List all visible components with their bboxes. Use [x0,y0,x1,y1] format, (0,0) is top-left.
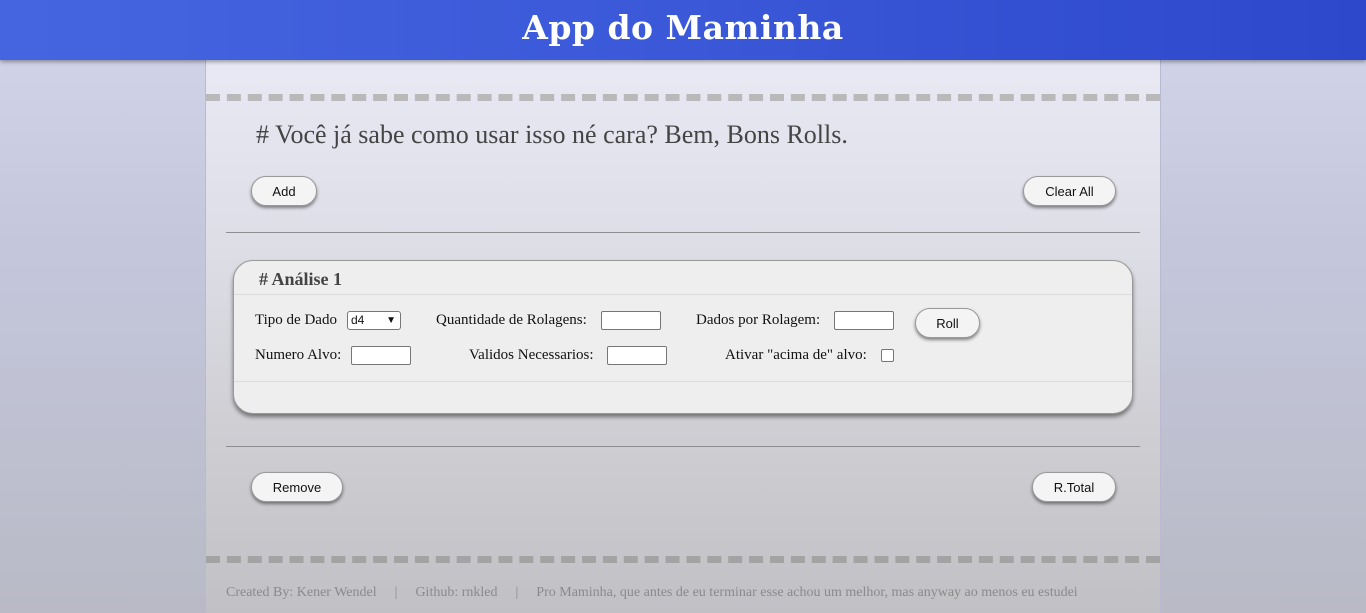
app-title: App do Maminha [522,8,844,47]
card-header-divider [234,294,1132,295]
dice-type-select[interactable]: d4 ▼ [347,311,401,330]
divider-top [226,232,1140,233]
roll-button[interactable]: Roll [915,308,980,338]
footer-created-by: Created By: Kener Wendel [226,585,377,600]
target-number-input[interactable] [351,346,411,365]
footer-separator: | [394,585,398,600]
add-button[interactable]: Add [251,176,317,206]
analysis-title: # Análise 1 [259,269,343,289]
above-target-checkbox[interactable] [881,349,894,362]
chevron-down-icon: ▼ [386,315,396,326]
required-valid-label: Validos Necessarios: [469,347,594,363]
app-header: App do Maminha [0,0,1366,60]
top-dashed-divider [206,94,1160,101]
dice-type-label: Tipo de Dado [255,312,337,328]
dice-per-roll-label: Dados por Rolagem: [696,312,821,328]
card-footer-divider [234,381,1132,382]
analysis-card: # Análise 1 Tipo de Dado d4 ▼ Quantidade… [233,260,1133,414]
footer-github: Github: rnkled [415,585,498,600]
bottom-dashed-divider [206,556,1160,563]
divider-bottom [226,446,1140,447]
target-number-label: Numero Alvo: [255,347,342,363]
intro-text: # Você já sabe como usar isso né cara? B… [256,120,848,149]
remove-button[interactable]: Remove [251,472,343,502]
footer-separator: | [515,585,519,600]
footer: Created By: Kener Wendel | Github: rnkled |… [226,585,1078,601]
roll-count-input[interactable] [601,311,661,330]
footer-note: Pro Maminha, que antes de eu terminar es… [536,585,1078,600]
main-panel: # Você já sabe como usar isso né cara? B… [205,60,1161,613]
above-target-label: Ativar "acima de" alvo: [725,347,867,363]
dice-per-roll-input[interactable] [834,311,894,330]
required-valid-input[interactable] [607,346,667,365]
dice-type-value: d4 [351,313,365,327]
roll-count-label: Quantidade de Rolagens: [436,312,587,328]
clear-all-button[interactable]: Clear All [1023,176,1116,206]
rtotal-button[interactable]: R.Total [1032,472,1116,502]
